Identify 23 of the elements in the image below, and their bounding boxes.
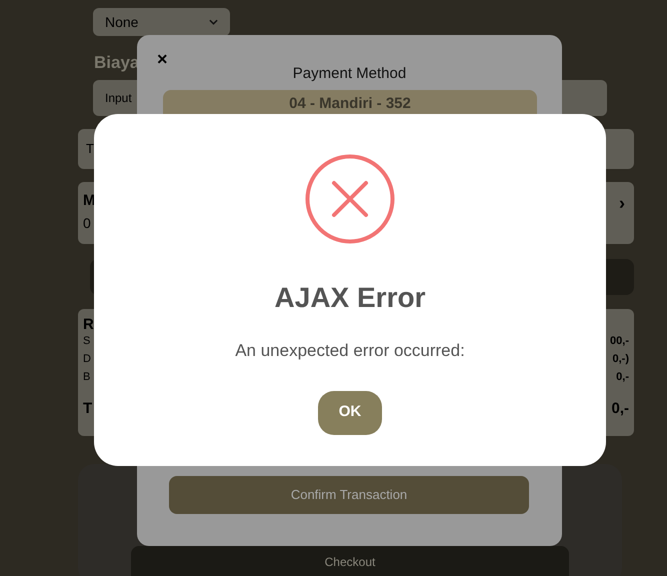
confirm-button[interactable]: Confirm Transaction bbox=[169, 476, 529, 514]
summary-label: S bbox=[83, 334, 90, 349]
row-text: T bbox=[86, 140, 94, 158]
summary-value: 0,- bbox=[616, 370, 629, 385]
total-label: T bbox=[83, 399, 92, 419]
card-value: 0 bbox=[83, 214, 92, 232]
summary-label: B bbox=[83, 370, 90, 385]
summary-label: D bbox=[83, 352, 91, 367]
dialog-title: Payment Method bbox=[292, 64, 408, 84]
error-icon bbox=[305, 154, 395, 244]
chevron-down-icon bbox=[209, 19, 218, 25]
chevron-text: › bbox=[619, 192, 625, 215]
close-button[interactable]: × bbox=[157, 50, 168, 68]
select-field[interactable]: None bbox=[93, 8, 230, 36]
checkout-button[interactable]: Checkout bbox=[131, 546, 569, 576]
summary-value: 0,-) bbox=[612, 352, 629, 367]
total-value: 0,- bbox=[611, 399, 629, 419]
ok-button[interactable]: OK bbox=[318, 390, 382, 434]
summary-title: R bbox=[83, 317, 95, 332]
alert-message: An unexpected error occurred: bbox=[235, 340, 465, 362]
alert-title: AJAX Error bbox=[274, 284, 426, 312]
summary-value: 00,- bbox=[610, 334, 629, 349]
section-heading: Biaya bbox=[94, 54, 140, 71]
